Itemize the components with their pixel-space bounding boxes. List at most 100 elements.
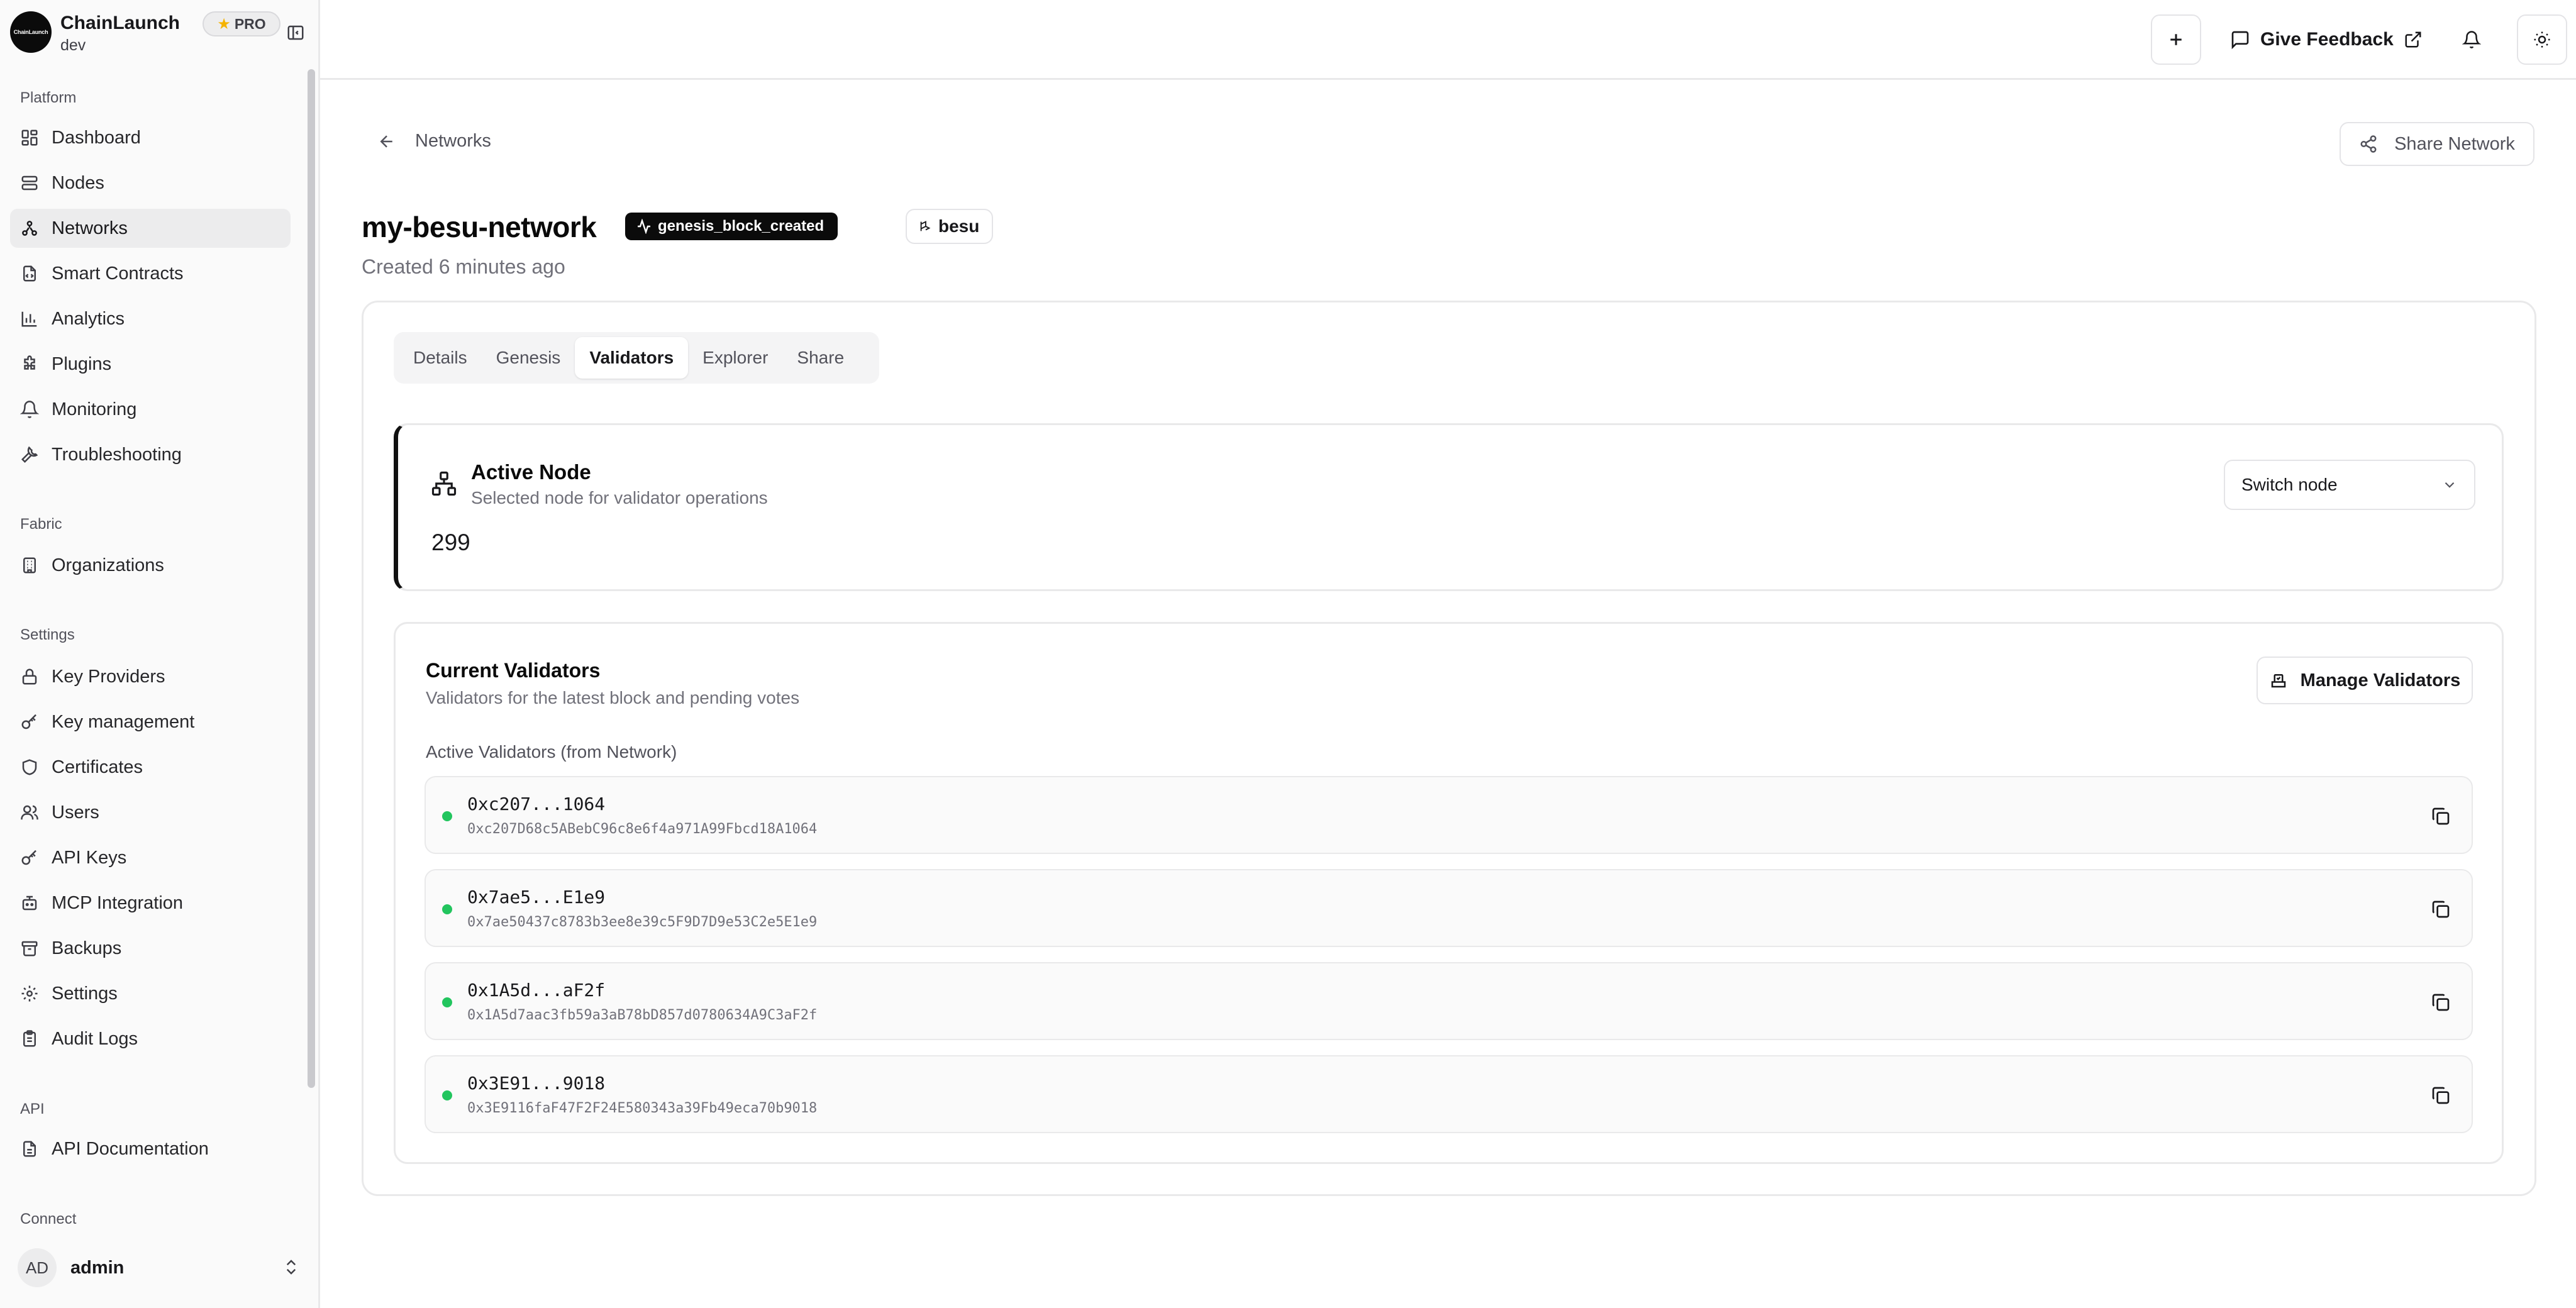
activity-icon [638, 219, 650, 234]
sidebar-item-networks[interactable]: Networks [10, 209, 291, 248]
building-icon [23, 557, 36, 574]
bot-icon [22, 895, 37, 911]
user-name: admin [70, 1257, 125, 1278]
status-dot [442, 997, 452, 1007]
manage-validators-label: Manage Validators [2300, 670, 2461, 690]
tab-genesis[interactable]: Genesis [482, 337, 575, 379]
back-link[interactable]: Networks [377, 131, 491, 152]
sidebar-item-label: Users [52, 802, 99, 823]
status-badge: genesis_block_created [625, 213, 838, 240]
chevron-down-icon [2445, 482, 2455, 488]
bell-icon [2462, 31, 2481, 48]
validator-short-address: 0xc207...1064 [467, 794, 606, 814]
sidebar-item-label: Certificates [52, 757, 143, 777]
group-label-settings: Settings [20, 626, 75, 643]
tab-validators[interactable]: Validators [575, 337, 689, 379]
copy-address-button[interactable] [2428, 990, 2453, 1015]
manage-validators-button[interactable]: Manage Validators [2257, 657, 2473, 704]
sidebar-item-key-management[interactable]: Key management [10, 702, 291, 741]
shield-icon [22, 759, 37, 775]
give-feedback-label: Give Feedback [2260, 29, 2394, 50]
sidebar-item-label: Smart Contracts [52, 263, 184, 284]
brand-logo: ChainLaunch [10, 11, 52, 53]
copy-icon [2432, 1087, 2450, 1104]
notifications-button[interactable] [2446, 14, 2497, 65]
sidebar-item-label: Dashboard [52, 127, 141, 148]
sidebar-item-users[interactable]: Users [10, 793, 291, 832]
theme-toggle-button[interactable] [2517, 14, 2567, 65]
sidebar-item-label: Nodes [52, 172, 104, 193]
switch-node-label: Switch node [2241, 475, 2338, 494]
sidebar-item-plugins[interactable]: Plugins [10, 345, 291, 384]
sidebar-item-label: Key Providers [52, 666, 165, 687]
copy-icon [2432, 807, 2450, 825]
wrench-icon [21, 446, 38, 463]
plus-icon [2170, 34, 2182, 45]
sidebar-item-audit-logs[interactable]: Audit Logs [10, 1019, 291, 1058]
give-feedback-button[interactable]: Give Feedback [2230, 19, 2423, 60]
chevrons-up-down-icon [286, 1260, 296, 1275]
sidebar-item-smart-contracts[interactable]: Smart Contracts [10, 254, 291, 293]
sidebar-item-dashboard[interactable]: Dashboard [10, 118, 291, 157]
copy-address-button[interactable] [2428, 1083, 2453, 1108]
sidebar-item-backups[interactable]: Backups [10, 929, 291, 968]
validator-short-address: 0x3E91...9018 [467, 1073, 606, 1094]
arrow-left-icon [380, 135, 392, 148]
share-network-label: Share Network [2394, 133, 2515, 154]
validator-row: 0xc207...1064 0xc207D68c5ABebC96c8e6f4a9… [425, 776, 2473, 854]
archive-icon [21, 941, 38, 956]
sidebar-item-api-keys[interactable]: API Keys [10, 838, 291, 877]
add-button[interactable] [2151, 14, 2201, 65]
sidebar-toggle-icon [287, 25, 304, 40]
top-bar: Give Feedback [320, 0, 2576, 80]
puzzle-icon [24, 355, 35, 370]
sidebar-item-certificates[interactable]: Certificates [10, 748, 291, 787]
validator-row: 0x1A5d...aF2f 0x1A5d7aac3fb59a3aB78bD857… [425, 962, 2473, 1040]
brand-env: dev [60, 36, 86, 54]
sidebar-item-settings[interactable]: Settings [10, 974, 291, 1013]
sidebar-item-label: Settings [52, 983, 118, 1004]
sidebar-item-label: Organizations [52, 555, 164, 575]
key-icon [21, 714, 36, 729]
sidebar-item-mcp-integration[interactable]: MCP Integration [10, 884, 291, 923]
back-link-label: Networks [415, 131, 491, 151]
network-icon [22, 221, 37, 236]
user-menu[interactable]: AD admin [18, 1248, 301, 1287]
sidebar-item-label: API Documentation [52, 1138, 209, 1159]
sidebar-item-label: MCP Integration [52, 892, 184, 913]
active-node-card: Active Node Selected node for validator … [394, 423, 2504, 591]
external-link-icon [2405, 31, 2421, 48]
dashboard-icon [21, 130, 38, 146]
tab-details[interactable]: Details [399, 337, 482, 379]
gear-icon [21, 985, 38, 1002]
sidebar-item-analytics[interactable]: Analytics [10, 299, 291, 338]
group-label-fabric: Fabric [20, 516, 62, 533]
sidebar: ChainLaunch ChainLaunch dev ★ PRO Platfo… [0, 0, 320, 1308]
group-label-connect: Connect [20, 1211, 77, 1228]
status-dot [442, 811, 452, 821]
vote-icon [2271, 674, 2285, 688]
share-network-button[interactable]: Share Network [2340, 122, 2534, 166]
sidebar-toggle-button[interactable] [284, 21, 307, 44]
sidebar-scrollbar[interactable] [308, 69, 315, 1088]
tab-explorer[interactable]: Explorer [688, 337, 782, 379]
sidebar-item-label: API Keys [52, 847, 127, 868]
sidebar-item-key-providers[interactable]: Key Providers [10, 657, 291, 696]
status-dot [442, 1090, 452, 1100]
sidebar-item-nodes[interactable]: Nodes [10, 164, 291, 202]
sidebar-item-organizations[interactable]: Organizations [10, 546, 291, 585]
tab-share[interactable]: Share [782, 337, 858, 379]
brand-header[interactable]: ChainLaunch ChainLaunch dev ★ PRO [10, 11, 306, 55]
active-node-id: 299 [431, 529, 470, 555]
switch-node-select[interactable]: Switch node [2224, 460, 2475, 510]
status-badge-label: genesis_block_created [658, 218, 824, 235]
sidebar-item-api-documentation[interactable]: API Documentation [10, 1129, 291, 1168]
sidebar-item-monitoring[interactable]: Monitoring [10, 390, 291, 429]
copy-address-button[interactable] [2428, 804, 2453, 829]
validator-row: 0x3E91...9018 0x3E9116faF47F2F24E580343a… [425, 1055, 2473, 1133]
pro-badge: ★ PRO [203, 11, 280, 36]
bar-chart-icon [21, 311, 37, 327]
copy-address-button[interactable] [2428, 897, 2453, 922]
sidebar-item-troubleshooting[interactable]: Troubleshooting [10, 435, 291, 474]
sidebar-item-label: Backups [52, 938, 122, 958]
